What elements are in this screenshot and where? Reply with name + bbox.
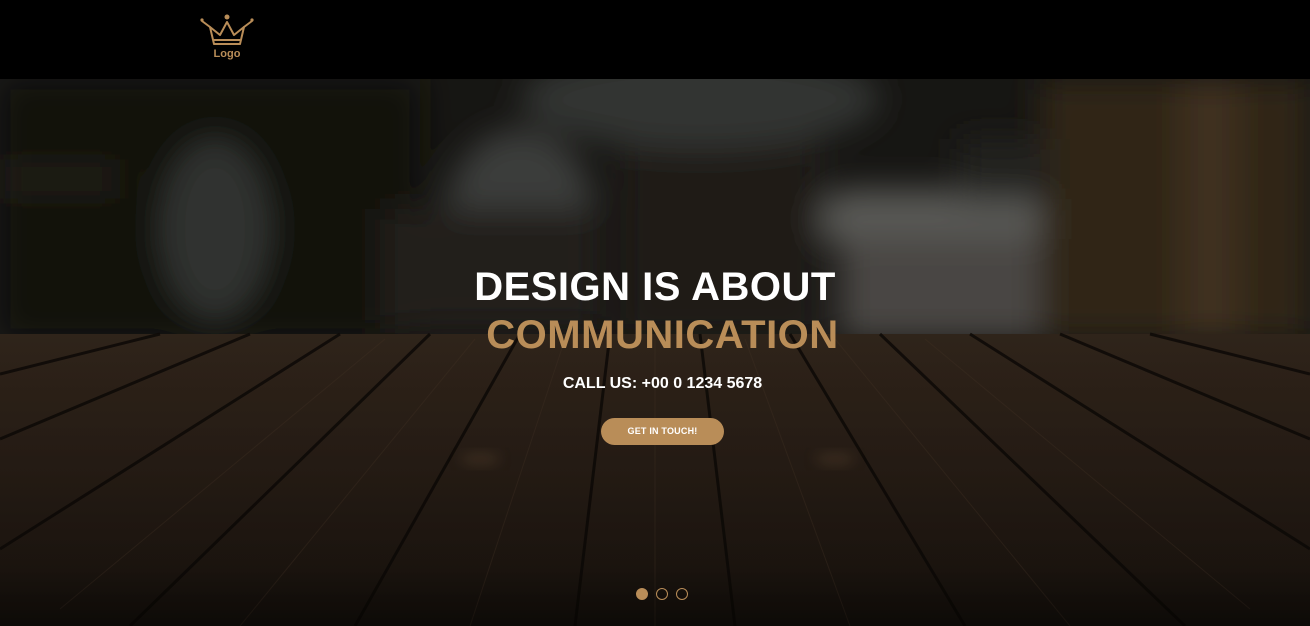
get-in-touch-button[interactable]: GET IN TOUCH! — [601, 418, 724, 445]
logo-text: Logo — [213, 48, 241, 60]
hero-headline-line-2: COMMUNICATION — [486, 313, 839, 357]
top-navbar: Logo — [0, 0, 1310, 79]
crown-icon — [200, 13, 254, 47]
logo-link[interactable]: Logo — [200, 13, 254, 65]
slider-dot-2[interactable] — [656, 588, 668, 600]
hero-content: DESIGN IS ABOUT COMMUNICATION CALL US: +… — [0, 79, 1310, 626]
slider-pagination — [636, 588, 688, 600]
slider-dot-1[interactable] — [636, 588, 648, 600]
hero-headline-line-1: DESIGN IS ABOUT — [474, 265, 836, 309]
hero-slider: DESIGN IS ABOUT COMMUNICATION CALL US: +… — [0, 79, 1310, 626]
call-us-phone: CALL US: +00 0 1234 5678 — [562, 375, 763, 392]
slider-dot-3[interactable] — [676, 588, 688, 600]
